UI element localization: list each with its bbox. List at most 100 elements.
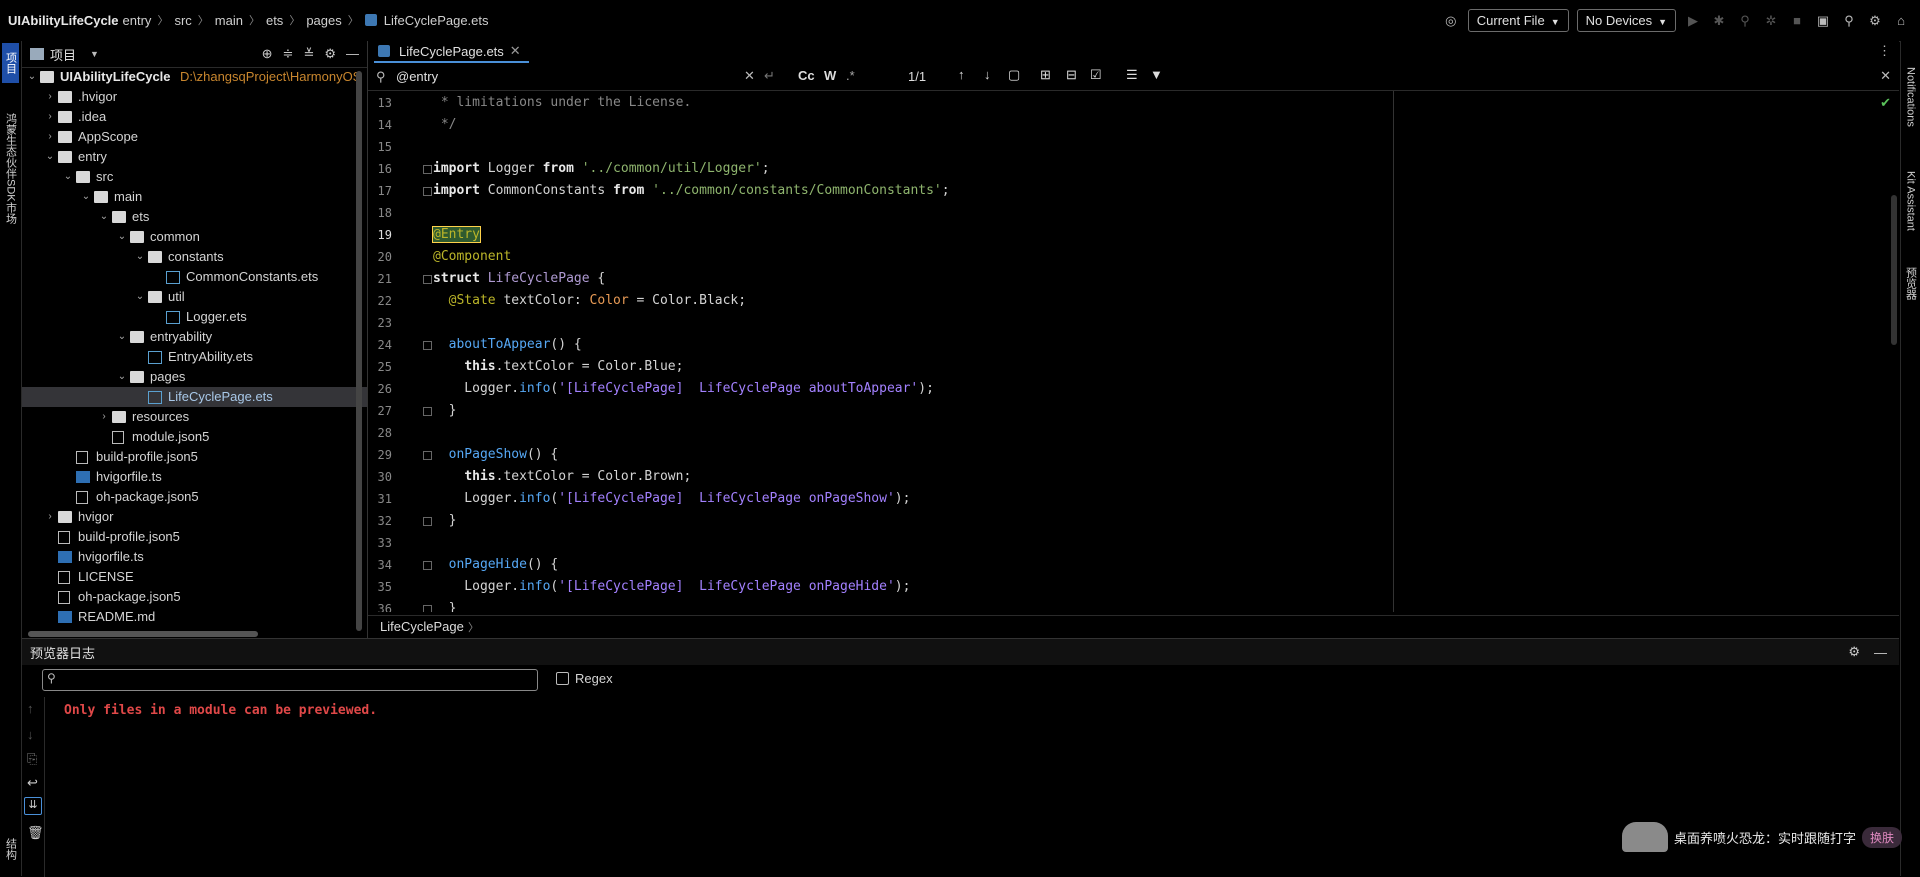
code-line[interactable]: aboutToAppear() { [433, 334, 582, 356]
chevron-right-icon[interactable]: › [44, 87, 56, 107]
fold-marker-icon[interactable] [423, 187, 432, 196]
tree-item[interactable]: ⌄ pages [22, 367, 367, 387]
clear-search-icon[interactable]: ✕ [744, 68, 755, 84]
code-line[interactable]: Logger.info('[LifeCyclePage] LifeCyclePa… [433, 378, 934, 400]
expand-all-icon[interactable]: ≑ [283, 46, 294, 62]
regex-toggle[interactable]: .* [846, 68, 855, 83]
code-line[interactable]: } [433, 598, 457, 612]
skin-button[interactable]: 换肤 [1862, 826, 1903, 848]
attach-debugger-icon[interactable]: ⚲ [1736, 12, 1754, 30]
code-line[interactable]: * limitations under the License. [433, 92, 691, 114]
chevron-right-icon[interactable]: › [44, 507, 56, 527]
open-in-window-icon[interactable]: ☰ [1126, 67, 1138, 83]
select-all-occurrences-icon[interactable]: ▢ [1008, 67, 1020, 83]
tree-item[interactable]: › .idea [22, 107, 367, 127]
tree-item[interactable]: LICENSE [22, 567, 367, 587]
run-icon[interactable]: ▶ [1684, 12, 1702, 30]
previewer-tool-tab[interactable]: 预览器 [1902, 255, 1919, 311]
breadcrumb-file[interactable]: LifeCyclePage.ets [384, 13, 489, 28]
code-line[interactable]: */ [433, 114, 457, 136]
device-dropdown[interactable]: No Devices ▼ [1576, 9, 1676, 32]
arrow-down-icon[interactable]: ↓ [27, 727, 34, 742]
tree-item[interactable]: hvigorfile.ts [22, 467, 367, 487]
chevron-right-icon[interactable]: › [44, 107, 56, 127]
filter-icon[interactable]: ▼ [1150, 67, 1163, 82]
whole-words-toggle[interactable]: W [824, 68, 836, 83]
tree-item[interactable]: ⌄ entry [22, 147, 367, 167]
chevron-right-icon[interactable]: › [98, 407, 110, 427]
tree-item[interactable]: ⌄ constants [22, 247, 367, 267]
tree-item[interactable]: hvigorfile.ts [22, 547, 367, 567]
tree-item[interactable]: module.json5 [22, 427, 367, 447]
tree-item[interactable]: LifeCyclePage.ets [22, 387, 367, 407]
caret-down-icon[interactable]: ▼ [90, 49, 99, 59]
tree-item[interactable]: ⌄ ets [22, 207, 367, 227]
kit-assistant-tool-tab[interactable]: Kit Assistant [1902, 153, 1919, 249]
arrow-down-icon[interactable]: ↓ [984, 67, 991, 82]
fold-marker-icon[interactable] [423, 165, 432, 174]
chevron-down-icon[interactable]: ⌄ [62, 167, 74, 187]
tree-item[interactable]: ⌄ src [22, 167, 367, 187]
fold-marker-icon[interactable] [423, 561, 432, 570]
tree-item[interactable]: README.md [22, 607, 367, 627]
gear-icon[interactable]: ⚙ [1848, 644, 1860, 660]
code-editor[interactable]: 13 * limitations under the License. 14 */… [368, 91, 1899, 612]
select-all-matches-icon[interactable]: ☑ [1090, 67, 1102, 83]
profiler-icon[interactable]: ✲ [1762, 12, 1780, 30]
tree-item[interactable]: › hvigor [22, 507, 367, 527]
breadcrumb-project[interactable]: UIAbilityLifeCycle [8, 13, 119, 28]
project-tool-tab[interactable]: 项目 [2, 43, 19, 83]
minimize-icon[interactable]: — [346, 46, 359, 62]
code-line[interactable]: this.textColor = Color.Brown; [433, 466, 691, 488]
editor-scrollbar[interactable] [1891, 195, 1897, 345]
breadcrumb-ets[interactable]: ets [266, 13, 283, 28]
tree-item[interactable]: ⌄ util [22, 287, 367, 307]
code-line[interactable]: @Component [433, 246, 511, 268]
tree-item[interactable]: Logger.ets [22, 307, 367, 327]
project-panel-title[interactable]: 项目 [50, 45, 76, 64]
export-icon[interactable]: ⎘ [27, 751, 37, 767]
chevron-down-icon[interactable]: ⌄ [80, 187, 92, 207]
debug-icon[interactable]: ✱ [1710, 12, 1728, 30]
arrow-up-icon[interactable]: ↑ [27, 701, 34, 716]
close-find-icon[interactable]: ✕ [1880, 68, 1891, 84]
tree-item[interactable]: CommonConstants.ets [22, 267, 367, 287]
scroll-to-end-icon[interactable]: ⇊ [24, 797, 42, 815]
chevron-right-icon[interactable]: › [44, 127, 56, 147]
code-line[interactable]: @Entry [432, 224, 481, 246]
sdk-market-tool-tab[interactable]: 鸿蒙生态伙伴SDK市场 [2, 103, 19, 233]
fold-marker-icon[interactable] [423, 517, 432, 526]
code-line[interactable]: this.textColor = Color.Blue; [433, 356, 683, 378]
soft-wrap-icon[interactable]: ↩ [27, 775, 38, 791]
fold-marker-icon[interactable] [423, 451, 432, 460]
code-line[interactable]: } [433, 510, 457, 532]
search-icon[interactable]: ⚲ [1840, 12, 1858, 30]
fold-marker-icon[interactable] [423, 605, 432, 612]
code-line[interactable]: import Logger from '../common/util/Logge… [433, 158, 770, 180]
chevron-down-icon[interactable]: ⌄ [98, 207, 110, 227]
chevron-down-icon[interactable]: ⌄ [116, 327, 128, 347]
code-line[interactable]: onPageShow() { [433, 444, 559, 466]
new-line-icon[interactable]: ↵ [764, 68, 775, 84]
add-occurrence-icon[interactable]: ⊞ [1040, 67, 1051, 83]
tree-item[interactable]: › .hvigor [22, 87, 367, 107]
tree-root[interactable]: ⌄ UIAbilityLifeCycle D:\zhangsqProject\H… [22, 67, 367, 87]
notifications-tool-tab[interactable]: Notifications [1902, 47, 1919, 147]
tree-item[interactable]: › resources [22, 407, 367, 427]
fold-marker-icon[interactable] [423, 341, 432, 350]
tree-item[interactable]: › AppScope [22, 127, 367, 147]
close-icon[interactable]: ✕ [510, 43, 521, 59]
code-line[interactable]: Logger.info('[LifeCyclePage] LifeCyclePa… [433, 488, 910, 510]
horizontal-scrollbar[interactable] [28, 631, 258, 637]
gear-icon[interactable]: ⚙ [324, 46, 336, 62]
code-line[interactable]: onPageHide() { [433, 554, 559, 576]
more-options-icon[interactable]: ⋮ [1878, 43, 1891, 59]
checkbox-box[interactable] [556, 672, 569, 685]
run-config-dropdown[interactable]: Current File ▼ [1467, 9, 1569, 32]
minimize-icon[interactable]: — [1874, 645, 1887, 660]
log-search-input[interactable]: ⚲ [42, 669, 538, 691]
breadcrumb-main[interactable]: main [215, 13, 243, 28]
code-line[interactable]: } [433, 400, 457, 422]
regex-checkbox[interactable]: Regex [556, 671, 613, 686]
code-line[interactable]: import CommonConstants from '../common/c… [433, 180, 950, 202]
